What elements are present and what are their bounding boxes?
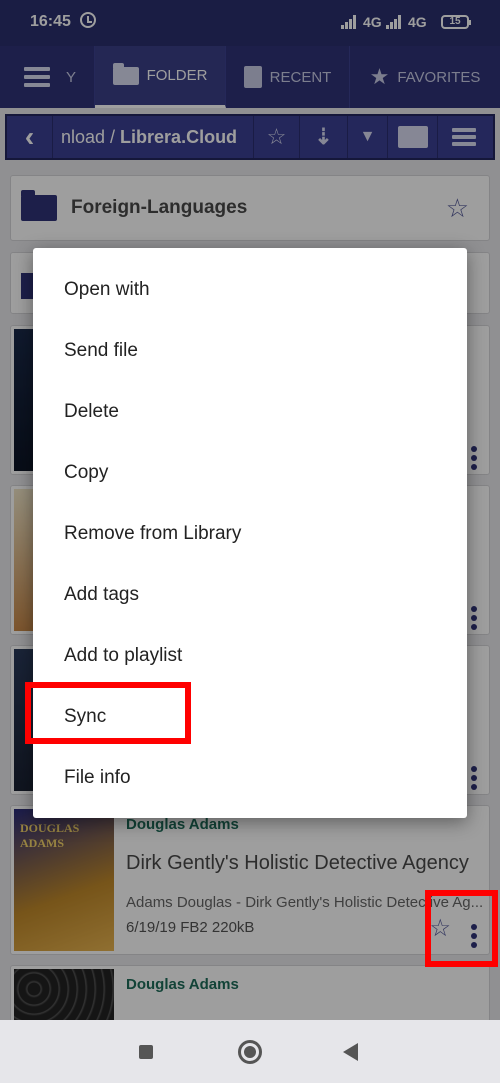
menu-item-add-tags[interactable]: Add tags — [33, 564, 467, 625]
recents-icon[interactable] — [139, 1045, 153, 1059]
menu-item-file-info[interactable]: File info — [33, 747, 467, 808]
highlight-box-more-options — [425, 890, 498, 967]
menu-item-copy[interactable]: Copy — [33, 442, 467, 503]
menu-item-send-file[interactable]: Send file — [33, 320, 467, 381]
menu-item-delete[interactable]: Delete — [33, 381, 467, 442]
home-icon[interactable] — [238, 1040, 262, 1064]
menu-item-remove-from-library[interactable]: Remove from Library — [33, 503, 467, 564]
menu-item-open-with[interactable]: Open with — [33, 259, 467, 320]
highlight-box-sync — [25, 682, 191, 744]
system-nav-bar — [0, 1020, 500, 1083]
back-icon[interactable] — [343, 1043, 358, 1061]
menu-item-add-to-playlist[interactable]: Add to playlist — [33, 625, 467, 686]
